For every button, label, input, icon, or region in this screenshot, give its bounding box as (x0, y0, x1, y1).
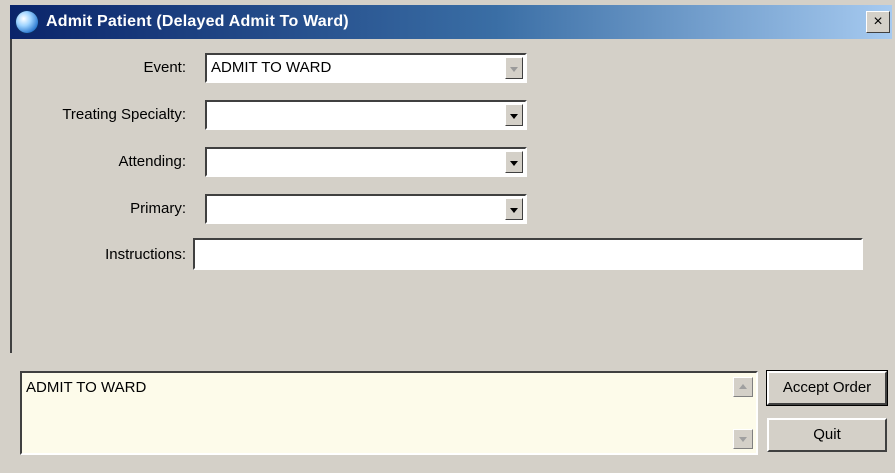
event-combo[interactable]: ADMIT TO WARD (205, 53, 527, 83)
scroll-down-button[interactable] (733, 429, 753, 449)
instructions-input[interactable] (193, 238, 863, 270)
attending-combo[interactable] (205, 147, 527, 177)
attending-label: Attending: (118, 153, 186, 170)
event-dropdown-button[interactable] (505, 57, 523, 79)
event-value: ADMIT TO WARD (211, 59, 332, 76)
primary-dropdown-button[interactable] (505, 198, 523, 220)
admit-patient-window: Admit Patient (Delayed Admit To Ward) × … (0, 0, 895, 473)
event-label: Event: (143, 59, 186, 76)
scroll-up-arrow-icon (739, 384, 747, 389)
chevron-down-icon (510, 114, 518, 119)
chevron-down-icon (510, 208, 518, 213)
treating-specialty-dropdown-button[interactable] (505, 104, 523, 126)
globe-app-icon (16, 11, 38, 33)
primary-label: Primary: (130, 200, 186, 217)
close-button[interactable]: × (866, 11, 890, 33)
primary-combo[interactable] (205, 194, 527, 224)
quit-button[interactable]: Quit (767, 418, 887, 452)
treating-specialty-combo[interactable] (205, 100, 527, 130)
scroll-down-arrow-icon (739, 437, 747, 442)
instructions-label: Instructions: (105, 246, 186, 263)
treating-specialty-label: Treating Specialty: (62, 106, 186, 123)
window-title: Admit Patient (Delayed Admit To Ward) (46, 13, 349, 30)
chevron-down-icon (510, 161, 518, 166)
chevron-down-icon (510, 67, 518, 72)
order-text: ADMIT TO WARD (26, 379, 147, 396)
form-panel: Event: ADMIT TO WARD Treating Specialty:… (10, 39, 892, 353)
order-vertical-scrollbar[interactable] (733, 375, 753, 451)
attending-dropdown-button[interactable] (505, 151, 523, 173)
scroll-up-button[interactable] (733, 377, 753, 397)
order-text-area[interactable]: ADMIT TO WARD (20, 371, 758, 455)
accept-order-button[interactable]: Accept Order (766, 370, 888, 406)
title-bar[interactable]: Admit Patient (Delayed Admit To Ward) × (10, 5, 892, 39)
